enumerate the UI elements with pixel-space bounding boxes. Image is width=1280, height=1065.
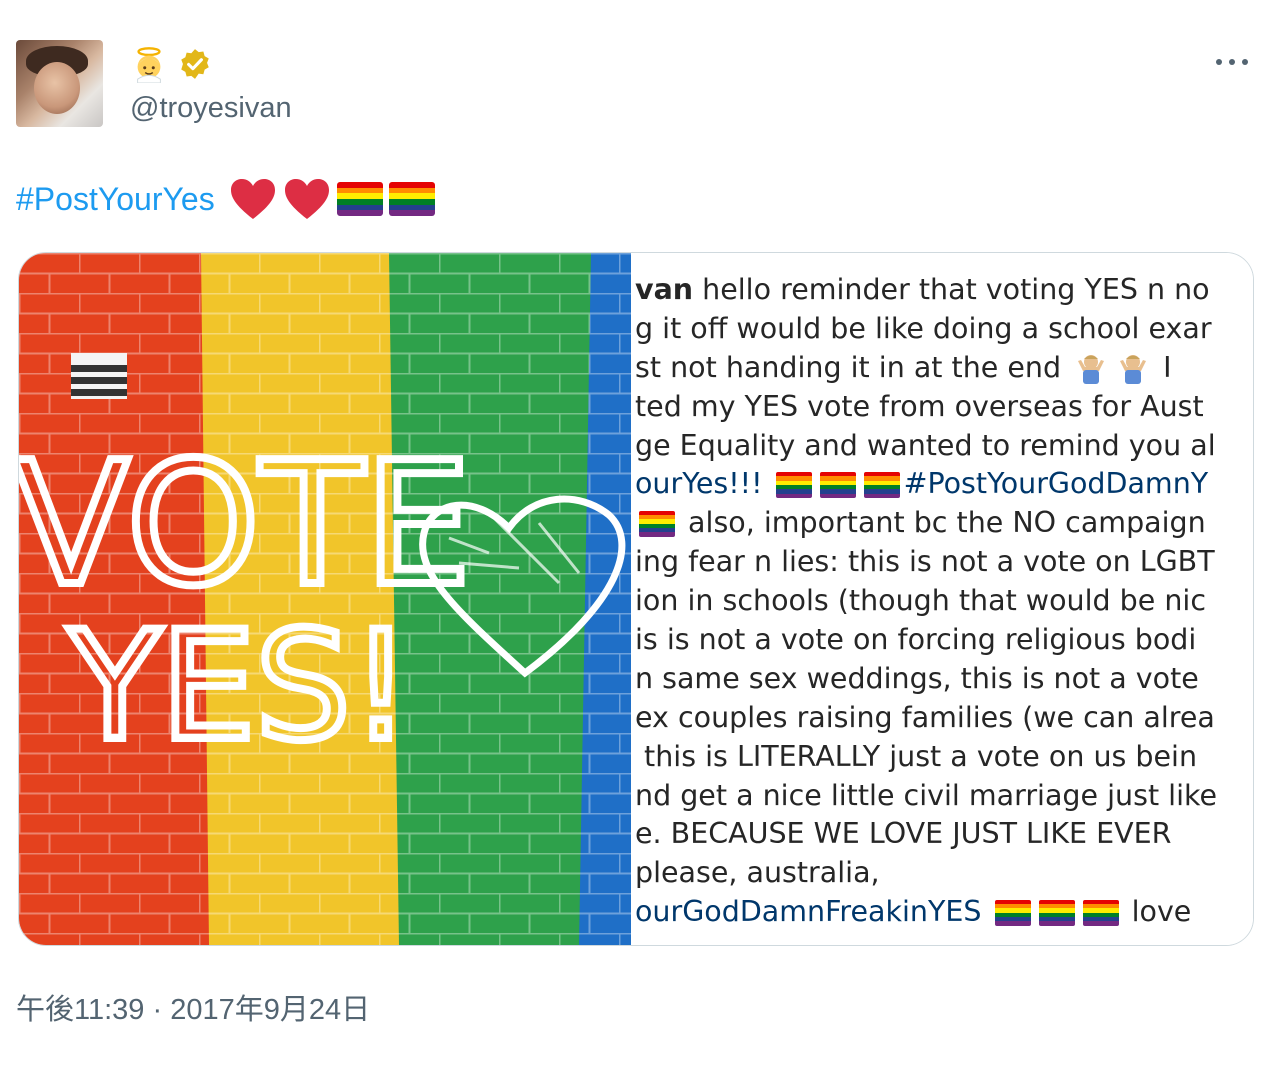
caption-text-run: st not handing it in at the end <box>635 350 1071 384</box>
window-sill <box>71 353 127 399</box>
caption-text-run: ion in schools (though that would be nic <box>635 584 1207 618</box>
caption-text-run: this is LITERALLY just a vote on us bein <box>635 739 1198 773</box>
caption-line: also, important bc the NO campaign <box>635 504 1253 543</box>
caption-line: ex couples raising families (we can alre… <box>635 699 1253 738</box>
instagram-caption-screenshot: van hello reminder that voting YES n no g… <box>631 253 1253 945</box>
shrug-emoji-icon <box>1120 355 1147 385</box>
caption-hashtag: ourYes!!! <box>635 467 763 501</box>
verified-badge-icon[interactable] <box>178 47 212 81</box>
caption-text-run: hello reminder that voting YES n no <box>693 273 1210 306</box>
tweet-image[interactable]: VOTE YES! van hello reminder that voting… <box>18 252 1254 946</box>
caption-text-run: I <box>1154 350 1172 384</box>
caption-line: st not handing it in at the end I <box>635 349 1253 388</box>
rainbow-flag-icon <box>336 182 383 216</box>
caption-line: e. BECAUSE WE LOVE JUST LIKE EVER <box>635 815 1253 854</box>
caption-line: van hello reminder that voting YES n no <box>635 271 1253 310</box>
caption-line: ourGodDamnFreakinYES love <box>635 893 1253 932</box>
rainbow-flag-icon <box>388 182 435 216</box>
caption-text-run: is is not a vote on forcing religious bo… <box>635 623 1197 657</box>
timestamp[interactable]: 午後11:39 · 2017年9月24日 <box>16 986 370 1028</box>
rainbow-flag-icon <box>863 471 900 498</box>
rainbow-flag-icon <box>639 510 675 537</box>
caption-text-run: ex couples raising families (we can alre… <box>635 700 1215 734</box>
wall-text-vote: VOTE <box>19 426 471 624</box>
rainbow-flag-icon <box>819 471 856 498</box>
rainbow-flag-icon <box>775 471 812 498</box>
wall-text-yes: YES! <box>68 600 411 774</box>
angel-icon <box>137 47 161 83</box>
rainbow-flag-icon <box>1082 899 1119 926</box>
caption-text-run <box>763 465 772 504</box>
caption-line: ourYes!!! #PostYourGodDamnY <box>635 465 1253 504</box>
caption-text-run: please, australia, <box>635 856 880 890</box>
caption-text-run <box>981 893 990 932</box>
caption-text-run: g it off would be like doing a school ex… <box>635 311 1212 345</box>
rainbow-brick-wall-photo: VOTE YES! <box>19 253 631 945</box>
caption-line: ing fear n lies: this is not a vote on L… <box>635 543 1253 582</box>
caption-line: ion in schools (though that would be nic <box>635 582 1253 621</box>
caption-line: ge Equality and wanted to remind you al <box>635 427 1253 466</box>
caption-text-run: love <box>1122 895 1192 929</box>
caption-line: please, australia, <box>635 854 1253 893</box>
display-name-row[interactable] <box>130 44 212 84</box>
caption-line: is is not a vote on forcing religious bo… <box>635 621 1253 660</box>
rainbow-flag-icon <box>1038 899 1075 926</box>
red-heart-icon <box>230 179 275 219</box>
author-handle[interactable]: @troyesivan <box>130 92 292 125</box>
caption-line: n same sex weddings, this is not a vote <box>635 660 1253 699</box>
caption-text-run: n same sex weddings, this is not a vote <box>635 661 1199 695</box>
caption-text: van hello reminder that voting YES n no g… <box>635 271 1253 932</box>
avatar-face <box>34 62 80 114</box>
red-heart-icon <box>284 179 329 219</box>
caption-text-run: van <box>635 273 694 306</box>
tweet-text: #PostYourYes <box>16 176 435 222</box>
caption-line: g it off would be like doing a school ex… <box>635 310 1253 349</box>
hashtag-link[interactable]: #PostYourYes <box>16 181 215 218</box>
caption-line: nd get a nice little civil marriage just… <box>635 777 1253 816</box>
more-dots-icon[interactable] <box>1214 52 1250 72</box>
shrug-emoji-icon <box>1078 355 1105 385</box>
caption-text-run: also, important bc the NO campaign <box>679 506 1206 540</box>
caption-text-run: ted my YES vote from overseas for Aust <box>635 389 1204 423</box>
rainbow-flag-icon <box>994 899 1031 926</box>
caption-text-run: nd get a nice little civil marriage just… <box>635 778 1218 812</box>
caption-hashtag: ourGodDamnFreakinYES <box>635 895 982 929</box>
caption-text-run: e. BECAUSE WE LOVE JUST LIKE EVER <box>635 817 1172 851</box>
caption-text-run: ing fear n lies: this is not a vote on L… <box>635 545 1215 579</box>
caption-line: this is LITERALLY just a vote on us bein <box>635 738 1253 777</box>
caption-hashtag: #PostYourGodDamnY <box>903 467 1209 501</box>
avatar[interactable] <box>16 40 103 127</box>
caption-text-run: ge Equality and wanted to remind you al <box>635 428 1216 462</box>
caption-line: ted my YES vote from overseas for Aust <box>635 388 1253 427</box>
